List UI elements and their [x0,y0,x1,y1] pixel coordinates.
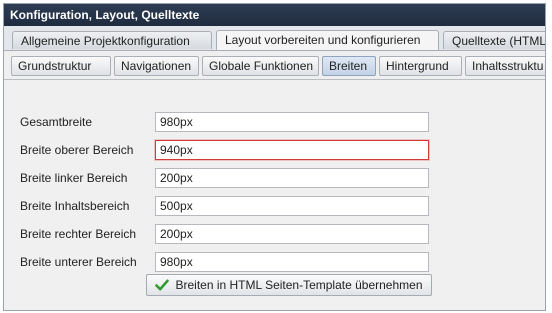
tab-allgemeine-projektkonfiguration[interactable]: Allgemeine Projektkonfiguration [12,31,212,49]
apply-button-label: Breiten in HTML Seiten-Template übernehm… [175,278,423,292]
field-row-rechter-bereich: Breite rechter Bereich [4,224,545,244]
unterer-bereich-input[interactable] [155,252,429,272]
apply-widths-button[interactable]: Breiten in HTML Seiten-Template übernehm… [146,274,432,296]
tab-quelltexte[interactable]: Quelltexte (HTML [443,31,545,49]
subtab-inhaltsstruktur[interactable]: Inhaltsstruktu [465,56,545,76]
linker-bereich-input[interactable] [155,168,429,188]
field-label: Breite rechter Bereich [20,227,137,241]
subtab-breiten[interactable]: Breiten [322,56,376,76]
subtab-grundstruktur[interactable]: Grundstruktur [11,56,111,76]
field-row-gesamtbreite: Gesamtbreite [4,112,545,132]
field-label: Breite oberer Bereich [20,143,134,157]
layout-subtabs: Grundstruktur Navigationen Globale Funkt… [4,51,545,80]
subtab-navigationen[interactable]: Navigationen [114,56,199,76]
inhaltsbereich-input[interactable] [155,196,429,216]
field-row-oberer-bereich: Breite oberer Bereich [4,140,545,160]
subtab-globale-funktionen[interactable]: Globale Funktionen [202,56,319,76]
rechter-bereich-input[interactable] [155,224,429,244]
checkmark-icon [155,278,170,292]
field-row-inhaltsbereich: Breite Inhaltsbereich [4,196,545,216]
field-row-unterer-bereich: Breite unterer Bereich [4,252,545,272]
subtab-hintergrund[interactable]: Hintergrund [379,56,462,76]
field-label: Breite unterer Bereich [20,255,137,269]
field-label: Gesamtbreite [20,115,93,129]
field-label: Breite linker Bereich [20,171,128,185]
field-label: Breite Inhaltsbereich [20,199,130,213]
config-panel: Konfiguration, Layout, Quelltexte Allgem… [3,3,546,311]
window-title: Konfiguration, Layout, Quelltexte [4,4,545,26]
oberer-bereich-input[interactable] [155,140,429,160]
field-row-linker-bereich: Breite linker Bereich [4,168,545,188]
tab-layout-vorbereiten[interactable]: Layout vorbereiten und konfigurieren [216,30,439,50]
main-tabstrip: Allgemeine Projektkonfiguration Layout v… [4,26,545,51]
gesamtbreite-input[interactable] [155,112,429,132]
